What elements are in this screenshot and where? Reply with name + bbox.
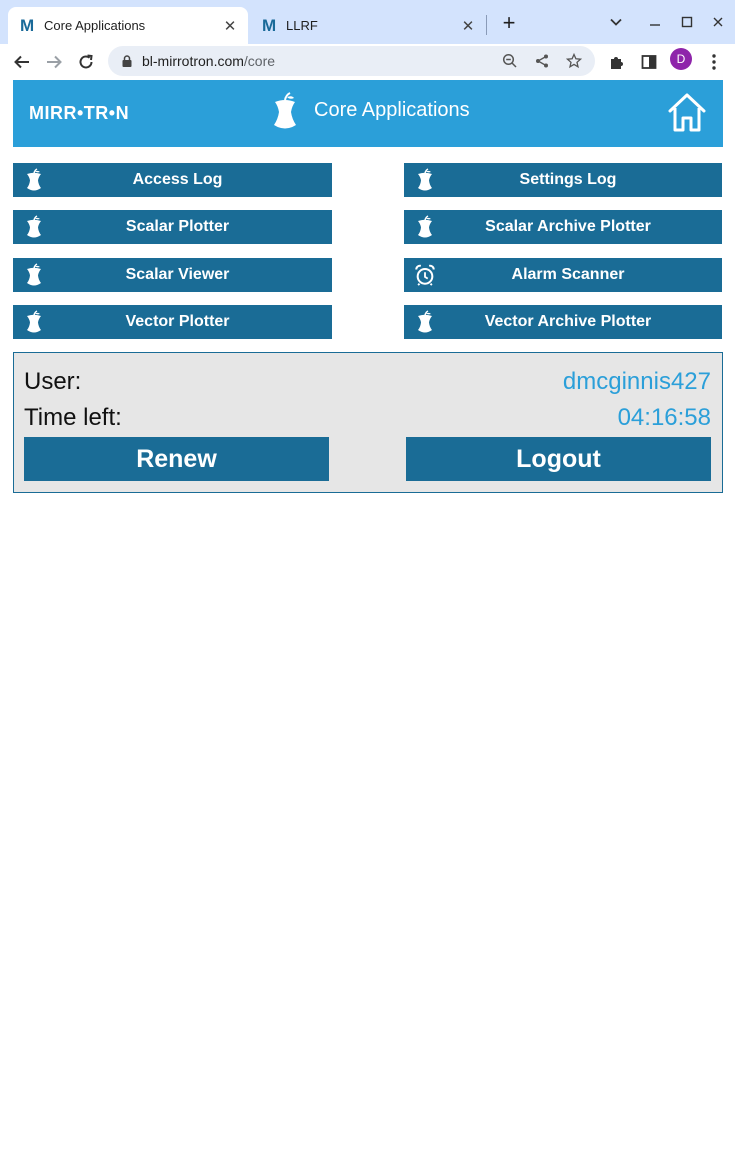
app-button-label: Scalar Viewer [125,266,230,283]
zoom-out-icon[interactable] [499,50,521,72]
lock-icon [120,54,134,68]
close-icon[interactable]: ✕ [458,16,478,36]
home-icon[interactable] [667,92,707,134]
maximize-icon[interactable] [675,10,699,34]
url-text: bl-mirrotron.com/core [142,53,276,69]
apple-core-icon [414,168,436,192]
profile-avatar[interactable]: D [670,48,692,70]
app-button-label: Vector Archive Plotter [484,313,652,330]
app-button-label: Settings Log [519,171,617,188]
logout-button[interactable]: Logout [406,437,711,481]
scalar-viewer-button[interactable]: Scalar Viewer [13,258,332,292]
minimize-icon[interactable] [643,10,667,34]
side-panel-icon[interactable] [637,50,661,74]
tab-title: Core Applications [44,18,146,33]
page-header: MIRR•TR•N Core Applications [13,80,723,147]
scalar-plotter-button[interactable]: Scalar Plotter [13,210,332,244]
reload-icon[interactable] [72,48,100,76]
new-tab-button[interactable]: + [498,10,520,35]
kebab-menu-icon[interactable] [702,50,726,74]
window-close-icon[interactable] [706,10,730,34]
mirrotron-favicon-icon: M [262,15,277,35]
user-label: User: [24,368,82,395]
apple-core-icon [414,215,436,239]
back-arrow-icon[interactable] [8,48,36,76]
user-value: dmcginnis427 [562,368,711,395]
settings-log-button[interactable]: Settings Log [404,163,722,197]
tab-title: LLRF [286,18,318,33]
alarm-clock-icon [414,263,436,287]
page-title: Core Applications [314,99,470,121]
time-left-value: 04:16:58 [617,404,711,431]
mirrotron-logo: MIRR•TR•N [29,103,130,123]
access-log-button[interactable]: Access Log [13,163,332,197]
browser-tab-bar: M Core Applications ✕ M LLRF ✕ + [0,0,735,44]
vector-archive-plotter-button[interactable]: Vector Archive Plotter [404,305,722,339]
session-panel: User: dmcginnis427 Time left: 04:16:58 R… [13,352,723,493]
app-button-label: Scalar Archive Plotter [485,218,651,235]
app-button-label: Alarm Scanner [511,266,625,283]
extensions-puzzle-icon[interactable] [605,50,629,74]
forward-arrow-icon[interactable] [40,48,68,76]
apple-core-icon [414,310,436,334]
chevron-down-icon[interactable] [604,10,628,34]
mirrotron-favicon-icon: M [20,15,35,35]
browser-toolbar: bl-mirrotron.com/core [0,44,735,80]
close-icon[interactable]: ✕ [220,16,240,36]
tab-separator [486,15,487,35]
share-icon[interactable] [531,50,553,72]
apple-core-icon [271,92,299,132]
tab-llrf[interactable]: M LLRF ✕ [250,7,486,44]
vector-plotter-button[interactable]: Vector Plotter [13,305,332,339]
apple-core-icon [23,263,45,287]
alarm-scanner-button[interactable]: Alarm Scanner [404,258,722,292]
apple-core-icon [23,215,45,239]
app-button-label: Access Log [132,171,223,188]
apple-core-icon [23,168,45,192]
tab-core-applications[interactable]: M Core Applications ✕ [8,7,248,44]
address-bar[interactable]: bl-mirrotron.com/core [108,46,595,76]
time-left-label: Time left: [24,404,122,431]
renew-button[interactable]: Renew [24,437,329,481]
scalar-archive-plotter-button[interactable]: Scalar Archive Plotter [404,210,722,244]
app-button-label: Scalar Plotter [125,218,230,235]
app-button-label: Vector Plotter [125,313,230,330]
apple-core-icon [23,310,45,334]
star-icon[interactable] [563,50,585,72]
